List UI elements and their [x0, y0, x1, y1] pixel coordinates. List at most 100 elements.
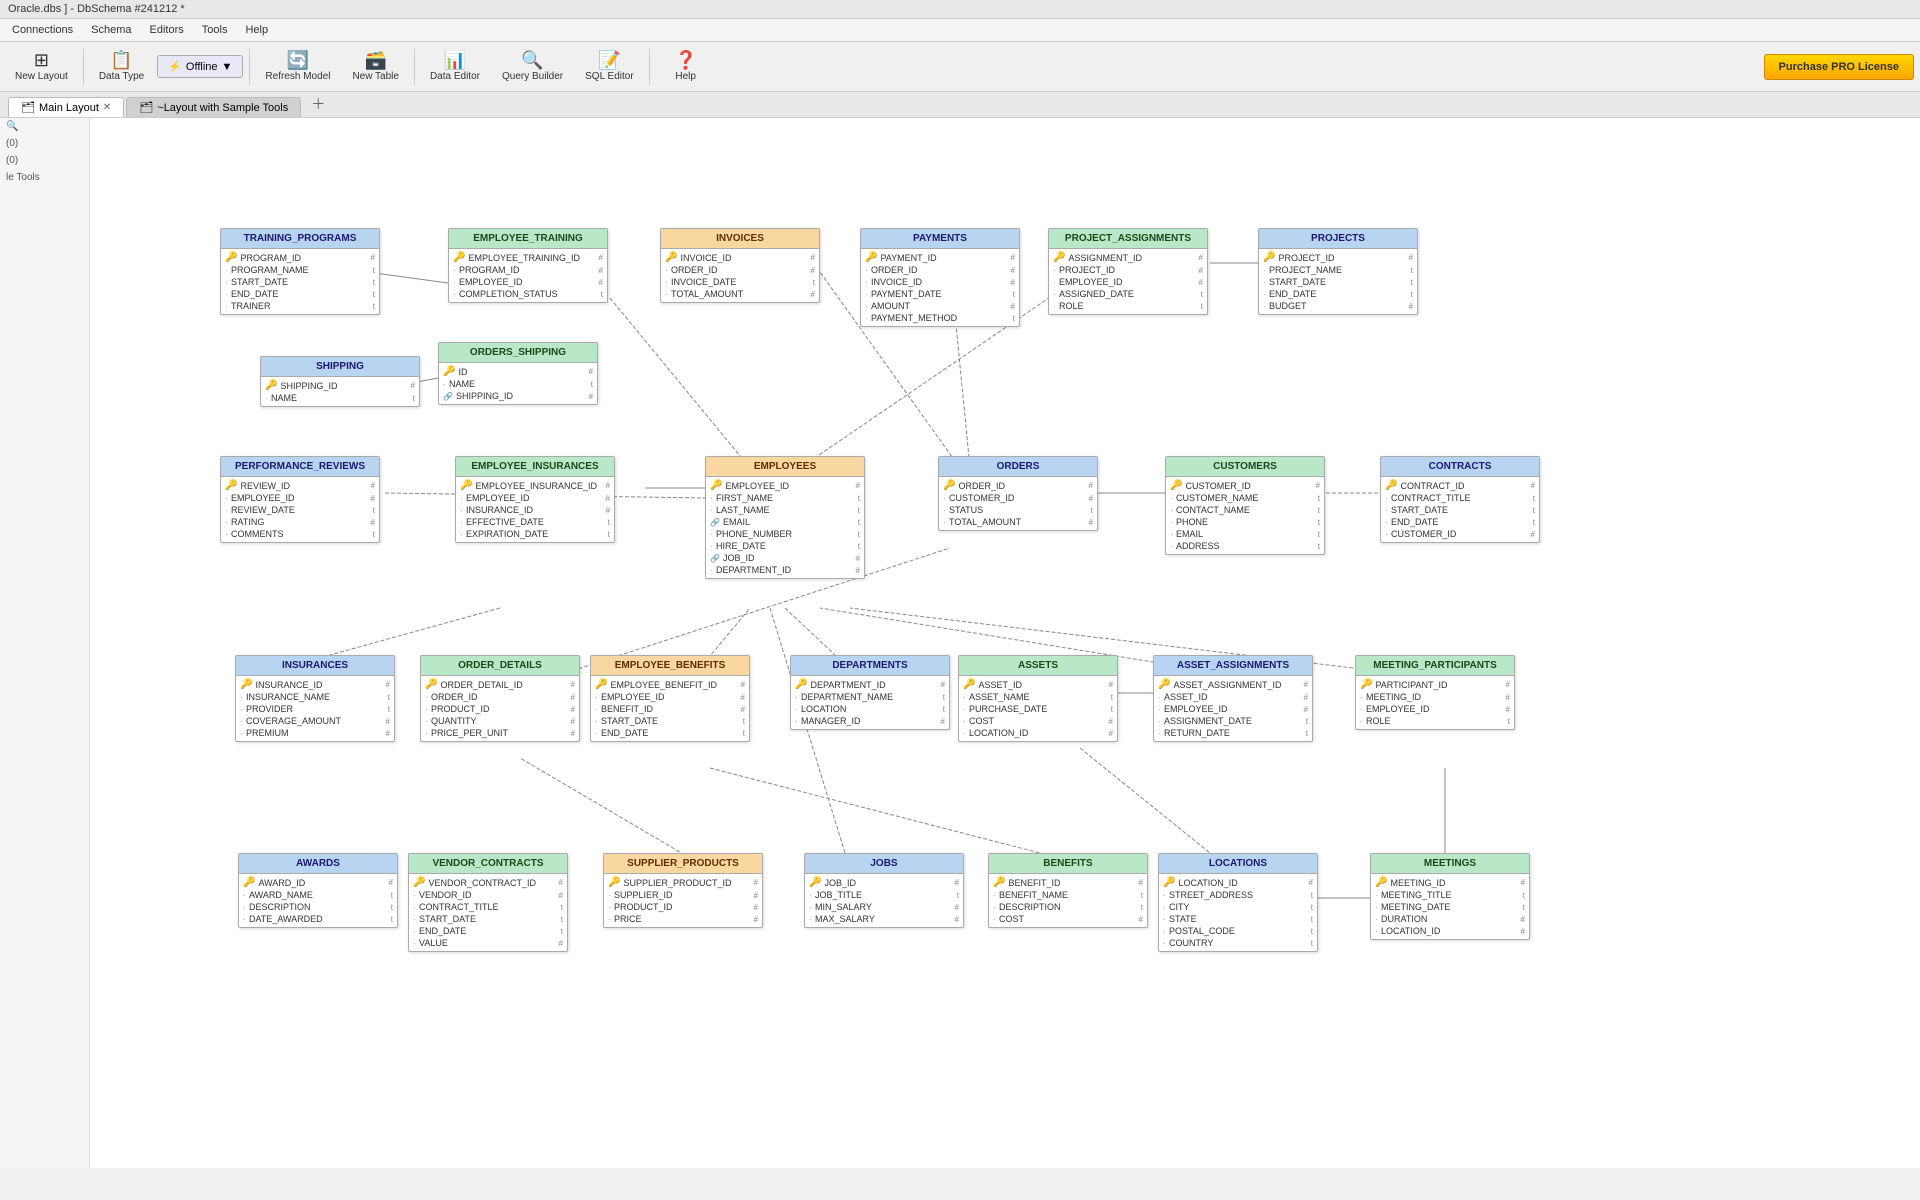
table-meetings[interactable]: MEETINGS🔑MEETING_ID#·MEETING_TITLEt·MEET… [1370, 853, 1530, 940]
new-table-button[interactable]: 🗃️ New Table [343, 46, 408, 87]
table-asset_assignments[interactable]: ASSET_ASSIGNMENTS🔑ASSET_ASSIGNMENT_ID#·A… [1153, 655, 1313, 742]
field-type: # [1506, 705, 1510, 714]
field-row: ·CUSTOMER_ID# [939, 492, 1097, 504]
query-builder-label: Query Builder [502, 71, 563, 82]
menu-editors[interactable]: Editors [142, 21, 192, 39]
table-jobs[interactable]: JOBS🔑JOB_ID#·JOB_TITLEt·MIN_SALARY#·MAX_… [804, 853, 964, 928]
field-type: t [1411, 278, 1413, 287]
sidebar-item-2[interactable]: (0) [0, 135, 89, 152]
field-dot: · [963, 728, 966, 738]
table-training_programs[interactable]: TRAINING_PROGRAMS🔑PROGRAM_ID#·PROGRAM_NA… [220, 228, 380, 315]
field-type: # [386, 729, 390, 738]
refresh-model-button[interactable]: 🔄 Refresh Model [256, 46, 339, 87]
field-name: END_DATE [231, 289, 368, 299]
field-row: ·DURATION# [1371, 913, 1529, 925]
table-awards[interactable]: AWARDS🔑AWARD_ID#·AWARD_NAMEt·DESCRIPTION… [238, 853, 398, 928]
field-type: # [1139, 915, 1143, 924]
field-row: ·STATUSt [939, 504, 1097, 516]
table-projects[interactable]: PROJECTS🔑PROJECT_ID#·PROJECT_NAMEt·START… [1258, 228, 1418, 315]
table-contracts[interactable]: CONTRACTS🔑CONTRACT_ID#·CONTRACT_TITLEt·S… [1380, 456, 1540, 543]
field-name: COUNTRY [1169, 938, 1306, 948]
table-supplier_products[interactable]: SUPPLIER_PRODUCTS🔑SUPPLIER_PRODUCT_ID#·S… [603, 853, 763, 928]
field-name: EMPLOYEE_TRAINING_ID [468, 253, 593, 263]
table-locations[interactable]: LOCATIONS🔑LOCATION_ID#·STREET_ADDRESSt·C… [1158, 853, 1318, 952]
table-employee_training[interactable]: EMPLOYEE_TRAINING🔑EMPLOYEE_TRAINING_ID#·… [448, 228, 608, 303]
table-orders[interactable]: ORDERS🔑ORDER_ID#·CUSTOMER_ID#·STATUSt·TO… [938, 456, 1098, 531]
tab-add-button[interactable]: ＋ [303, 91, 333, 117]
table-assets[interactable]: ASSETS🔑ASSET_ID#·ASSET_NAMEt·PURCHASE_DA… [958, 655, 1118, 742]
primary-key-icon: 🔑 [963, 679, 975, 690]
table-customers[interactable]: CUSTOMERS🔑CUSTOMER_ID#·CUSTOMER_NAMEt·CO… [1165, 456, 1325, 555]
field-name: ASSIGNMENT_ID [1068, 253, 1193, 263]
menu-schema[interactable]: Schema [83, 21, 139, 39]
field-row: ·MEETING_TITLEt [1371, 889, 1529, 901]
query-builder-button[interactable]: 🔍 Query Builder [493, 46, 572, 87]
field-name: INSURANCE_ID [466, 505, 601, 515]
field-row: ·ADDRESSt [1166, 540, 1324, 552]
field-row: ·COMPLETION_STATUSt [449, 288, 607, 300]
field-dot: · [453, 289, 456, 299]
field-type: # [1011, 253, 1015, 262]
field-row: 🔑INVOICE_ID# [661, 251, 819, 264]
field-name: ASSIGNMENT_DATE [1164, 716, 1301, 726]
help-button[interactable]: ❓ Help [656, 46, 716, 87]
new-table-icon: 🗃️ [364, 51, 386, 69]
field-name: ORDER_ID [671, 265, 806, 275]
table-performance_reviews[interactable]: PERFORMANCE_REVIEWS🔑REVIEW_ID#·EMPLOYEE_… [220, 456, 380, 543]
field-row: ·PROGRAM_NAMEt [221, 264, 379, 276]
table-header-project_assignments: PROJECT_ASSIGNMENTS [1049, 229, 1207, 249]
field-type: t [957, 891, 959, 900]
table-project_assignments[interactable]: PROJECT_ASSIGNMENTS🔑ASSIGNMENT_ID#·PROJE… [1048, 228, 1208, 315]
field-name: ASSET_ID [1164, 692, 1299, 702]
menu-help[interactable]: Help [237, 21, 276, 39]
table-invoices[interactable]: INVOICES🔑INVOICE_ID#·ORDER_ID#·INVOICE_D… [660, 228, 820, 303]
new-layout-button[interactable]: ⊞ New Layout [6, 46, 77, 87]
table-employee_benefits[interactable]: EMPLOYEE_BENEFITS🔑EMPLOYEE_BENEFIT_ID#·E… [590, 655, 750, 742]
field-name: CUSTOMER_ID [1185, 481, 1310, 491]
field-type: # [371, 481, 375, 490]
field-type: t [1091, 506, 1093, 515]
field-name: PHONE [1176, 517, 1313, 527]
offline-button[interactable]: ⚡ Offline ▼ [157, 55, 243, 78]
table-insurances[interactable]: INSURANCES🔑INSURANCE_ID#·INSURANCE_NAMEt… [235, 655, 395, 742]
table-shipping[interactable]: SHIPPING🔑SHIPPING_ID#·NAMEt [260, 356, 420, 407]
tab-main-layout-close[interactable]: ✕ [103, 102, 111, 113]
field-type: # [606, 481, 610, 490]
table-body-meetings: 🔑MEETING_ID#·MEETING_TITLEt·MEETING_DATE… [1371, 874, 1529, 939]
field-type: t [1201, 302, 1203, 311]
table-meeting_participants[interactable]: MEETING_PARTICIPANTS🔑PARTICIPANT_ID#·MEE… [1355, 655, 1515, 730]
field-type: # [1199, 278, 1203, 287]
sidebar-item-tools[interactable]: le Tools [0, 169, 89, 186]
table-departments[interactable]: DEPARTMENTS🔑DEPARTMENT_ID#·DEPARTMENT_NA… [790, 655, 950, 730]
table-header-customers: CUSTOMERS [1166, 457, 1324, 477]
field-row: ·COST# [989, 913, 1147, 925]
data-type-button[interactable]: 📋 Data Type [90, 46, 153, 87]
menu-connections[interactable]: Connections [4, 21, 81, 39]
table-order_details[interactable]: ORDER_DETAILS🔑ORDER_DETAIL_ID#·ORDER_ID#… [420, 655, 580, 742]
table-employees[interactable]: EMPLOYEES🔑EMPLOYEE_ID#·FIRST_NAMEt·LAST_… [705, 456, 865, 579]
sidebar-item-1[interactable]: 🔍 [0, 118, 89, 135]
primary-key-icon: 🔑 [443, 366, 455, 377]
table-employee_insurances[interactable]: EMPLOYEE_INSURANCES🔑EMPLOYEE_INSURANCE_I… [455, 456, 615, 543]
field-type: t [1318, 494, 1320, 503]
table-orders_shipping[interactable]: ORDERS_SHIPPING🔑ID#·NAMEt🔗SHIPPING_ID# [438, 342, 598, 405]
field-type: # [955, 915, 959, 924]
field-row: 🔑PARTICIPANT_ID# [1356, 678, 1514, 691]
field-type: t [373, 530, 375, 539]
field-type: # [1089, 481, 1093, 490]
field-name: PRODUCT_ID [431, 704, 566, 714]
field-dot: · [1263, 301, 1266, 311]
purchase-pro-button[interactable]: Purchase PRO License [1764, 54, 1914, 80]
field-row: 🔑ORDER_DETAIL_ID# [421, 678, 579, 691]
field-row: ·DESCRIPTIONt [239, 901, 397, 913]
data-editor-button[interactable]: 📊 Data Editor [421, 46, 489, 87]
menu-tools[interactable]: Tools [194, 21, 236, 39]
table-vendor_contracts[interactable]: VENDOR_CONTRACTS🔑VENDOR_CONTRACT_ID#·VEN… [408, 853, 568, 952]
tab-sample-tools[interactable]: 🗂 ~Layout with Sample Tools [126, 97, 301, 117]
sidebar-item-3[interactable]: (0) [0, 152, 89, 169]
table-benefits[interactable]: BENEFITS🔑BENEFIT_ID#·BENEFIT_NAMEt·DESCR… [988, 853, 1148, 928]
sql-editor-button[interactable]: 📝 SQL Editor [576, 46, 643, 87]
table-body-orders_shipping: 🔑ID#·NAMEt🔗SHIPPING_ID# [439, 363, 597, 404]
table-payments[interactable]: PAYMENTS🔑PAYMENT_ID#·ORDER_ID#·INVOICE_I… [860, 228, 1020, 327]
tab-main-layout[interactable]: 🗂 Main Layout ✕ [8, 97, 124, 117]
